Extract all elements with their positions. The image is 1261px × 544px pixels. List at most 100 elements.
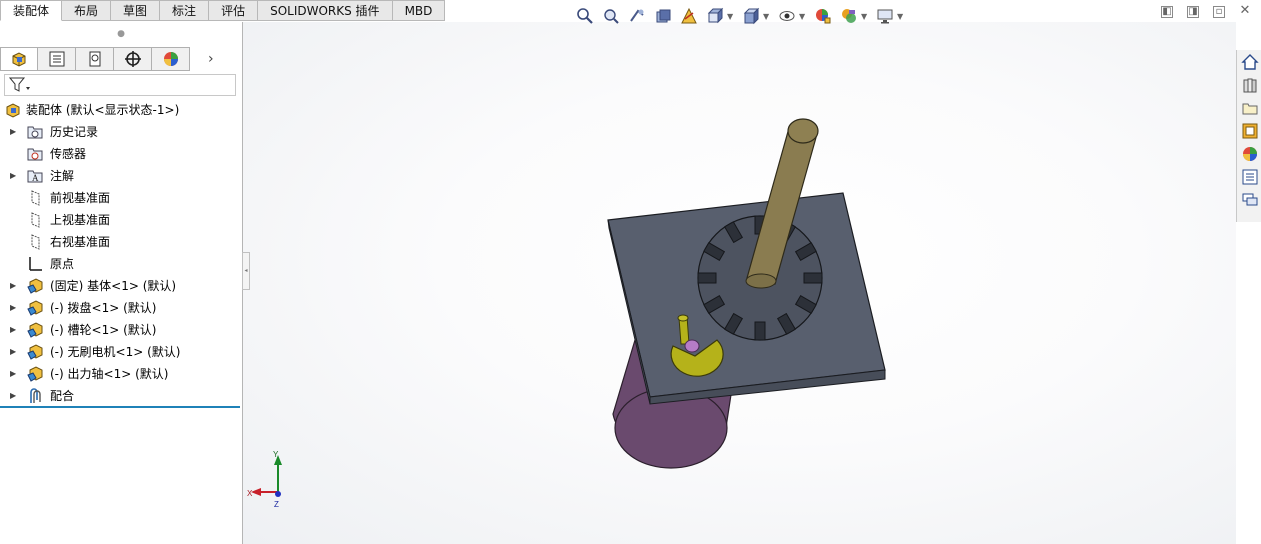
part-icon — [27, 344, 43, 360]
tree-item-history[interactable]: ▶ 历史记录 — [0, 121, 242, 143]
view-settings-caret-icon[interactable]: ▼ — [897, 12, 905, 21]
view-palette-icon[interactable] — [1239, 120, 1261, 142]
part-icon — [27, 366, 43, 382]
apply-scene-icon[interactable] — [839, 6, 859, 26]
panel-collapse-handle[interactable]: ◂ — [242, 252, 250, 290]
tree-item-label: 传感器 — [50, 147, 87, 161]
expand-arrow-icon[interactable]: ▶ — [10, 275, 16, 297]
triad-x-label: X — [247, 489, 253, 498]
part-icon — [27, 300, 43, 316]
triad-y-label: Y — [273, 450, 279, 459]
tree-item-label: (-) 拨盘<1> (默认) — [50, 301, 157, 315]
plane-icon — [31, 212, 40, 228]
tree-item-label: (-) 出力轴<1> (默认) — [50, 367, 169, 381]
view-orientation-icon[interactable] — [705, 6, 725, 26]
view-triad[interactable]: Y X Z — [243, 447, 293, 512]
expand-arrow-icon[interactable]: ▶ — [10, 385, 16, 407]
close-icon[interactable]: ✕ — [1239, 4, 1251, 18]
file-explorer-icon[interactable] — [1239, 97, 1261, 119]
tree-item-driver-part[interactable]: ▶ (-) 拨盘<1> (默认) — [0, 297, 242, 319]
expand-arrow-icon[interactable]: ▶ — [10, 121, 16, 143]
tree-item-mates[interactable]: ▶ 配合 — [0, 385, 242, 407]
tree-item-motor-part[interactable]: ▶ (-) 无刷电机<1> (默认) — [0, 341, 242, 363]
assembly-model[interactable] — [243, 22, 1236, 544]
tree-item-label: 前视基准面 — [50, 191, 111, 205]
dimxpertmanager-icon[interactable] — [114, 47, 152, 71]
tree-item-right-plane[interactable]: 右视基准面 — [0, 231, 242, 253]
section-view-icon[interactable] — [653, 6, 673, 26]
restore-icon[interactable]: ▫ — [1213, 6, 1225, 18]
display-style-caret-icon[interactable]: ▼ — [763, 12, 771, 21]
tile-right-icon[interactable]: ◨ — [1187, 6, 1199, 18]
featuremanager-panel: ● › 装配体 (默认<显示状态-1>) ▶ 历史记录 传感器 ▶ A 注解 前… — [0, 22, 243, 544]
chevron-right-icon[interactable]: › — [208, 51, 214, 67]
appearances-scenes-icon[interactable] — [1239, 143, 1261, 165]
rollback-bar[interactable] — [0, 406, 240, 408]
tree-item-base-part[interactable]: ▶ (固定) 基体<1> (默认) — [0, 275, 242, 297]
displaymanager-icon[interactable] — [152, 47, 190, 71]
view-settings-icon[interactable] — [875, 6, 895, 26]
forum-icon[interactable] — [1239, 189, 1261, 211]
tree-item-top-plane[interactable]: 上视基准面 — [0, 209, 242, 231]
tab-sketch[interactable]: 草图 — [111, 0, 161, 21]
apply-scene-caret-icon[interactable]: ▼ — [861, 12, 869, 21]
tab-solidworks-addins[interactable]: SOLIDWORKS 插件 — [258, 0, 393, 21]
tree-item-geneva-part[interactable]: ▶ (-) 槽轮<1> (默认) — [0, 319, 242, 341]
hide-show-caret-icon[interactable]: ▼ — [799, 12, 807, 21]
graphics-area[interactable]: Y X Z — [243, 22, 1236, 544]
dynamic-annotation-icon[interactable] — [679, 6, 699, 26]
solidworks-resources-icon[interactable] — [1239, 51, 1261, 73]
featuremanager-tree-icon[interactable] — [0, 47, 38, 71]
tree-item-annotations[interactable]: ▶ A 注解 — [0, 165, 242, 187]
assembly-icon — [6, 103, 20, 118]
tree-item-label: (-) 槽轮<1> (默认) — [50, 323, 157, 337]
expand-arrow-icon[interactable]: ▶ — [10, 165, 16, 187]
display-style-icon[interactable] — [741, 6, 761, 26]
tree-item-origin[interactable]: 原点 — [0, 253, 242, 275]
expand-arrow-icon[interactable]: ▶ — [10, 341, 16, 363]
tree-item-label: 右视基准面 — [50, 235, 111, 249]
task-pane — [1236, 50, 1261, 222]
edit-appearance-icon[interactable] — [813, 6, 833, 26]
feature-tree: 装配体 (默认<显示状态-1>) ▶ 历史记录 传感器 ▶ A 注解 前视基准面… — [0, 99, 242, 407]
heads-up-view-toolbar: ▼ ▼ ▼ ▼ ▼ — [575, 4, 905, 28]
command-manager-tabs: 装配体 布局 草图 标注 评估 SOLIDWORKS 插件 MBD — [0, 0, 451, 22]
tree-item-label: (-) 无刷电机<1> (默认) — [50, 345, 181, 359]
tab-mbd[interactable]: MBD — [392, 0, 446, 21]
annotation-icon: A — [27, 170, 43, 183]
manager-tabs: › — [0, 46, 242, 72]
tree-item-label: 配合 — [50, 389, 75, 403]
panel-grip[interactable]: ● — [0, 22, 242, 46]
document-window-controls: ◧ ◨ ▫ ✕ — [1161, 4, 1251, 18]
hide-show-items-icon[interactable] — [777, 6, 797, 26]
configurationmanager-icon[interactable] — [76, 47, 114, 71]
tree-item-label: (固定) 基体<1> (默认) — [50, 279, 177, 293]
expand-arrow-icon[interactable]: ▶ — [10, 319, 16, 341]
history-icon — [27, 126, 43, 139]
tile-left-icon[interactable]: ◧ — [1161, 6, 1173, 18]
tree-item-front-plane[interactable]: 前视基准面 — [0, 187, 242, 209]
view-orientation-caret-icon[interactable]: ▼ — [727, 12, 735, 21]
expand-arrow-icon[interactable]: ▶ — [10, 297, 16, 319]
tab-layout[interactable]: 布局 — [62, 0, 112, 21]
zoom-area-icon[interactable] — [601, 6, 621, 26]
tab-markup[interactable]: 标注 — [160, 0, 210, 21]
tree-filter[interactable] — [4, 74, 236, 96]
tab-assembly[interactable]: 装配体 — [0, 0, 63, 21]
propertymanager-icon[interactable] — [38, 47, 76, 71]
tree-root-label: 装配体 (默认<显示状态-1>) — [26, 103, 180, 117]
design-library-icon[interactable] — [1239, 74, 1261, 96]
expand-arrow-icon[interactable]: ▶ — [10, 363, 16, 385]
tree-item-label: 历史记录 — [50, 125, 99, 139]
tree-item-shaft-part[interactable]: ▶ (-) 出力轴<1> (默认) — [0, 363, 242, 385]
filter-icon[interactable] — [9, 77, 31, 93]
svg-text:A: A — [32, 173, 39, 183]
tree-root[interactable]: 装配体 (默认<显示状态-1>) — [0, 99, 242, 121]
zoom-to-fit-icon[interactable] — [575, 6, 595, 26]
tab-evaluate[interactable]: 评估 — [209, 0, 259, 21]
tree-item-sensors[interactable]: 传感器 — [0, 143, 242, 165]
part-icon — [27, 322, 43, 338]
custom-properties-icon[interactable] — [1239, 166, 1261, 188]
origin-icon — [29, 257, 42, 271]
previous-view-icon[interactable] — [627, 6, 647, 26]
